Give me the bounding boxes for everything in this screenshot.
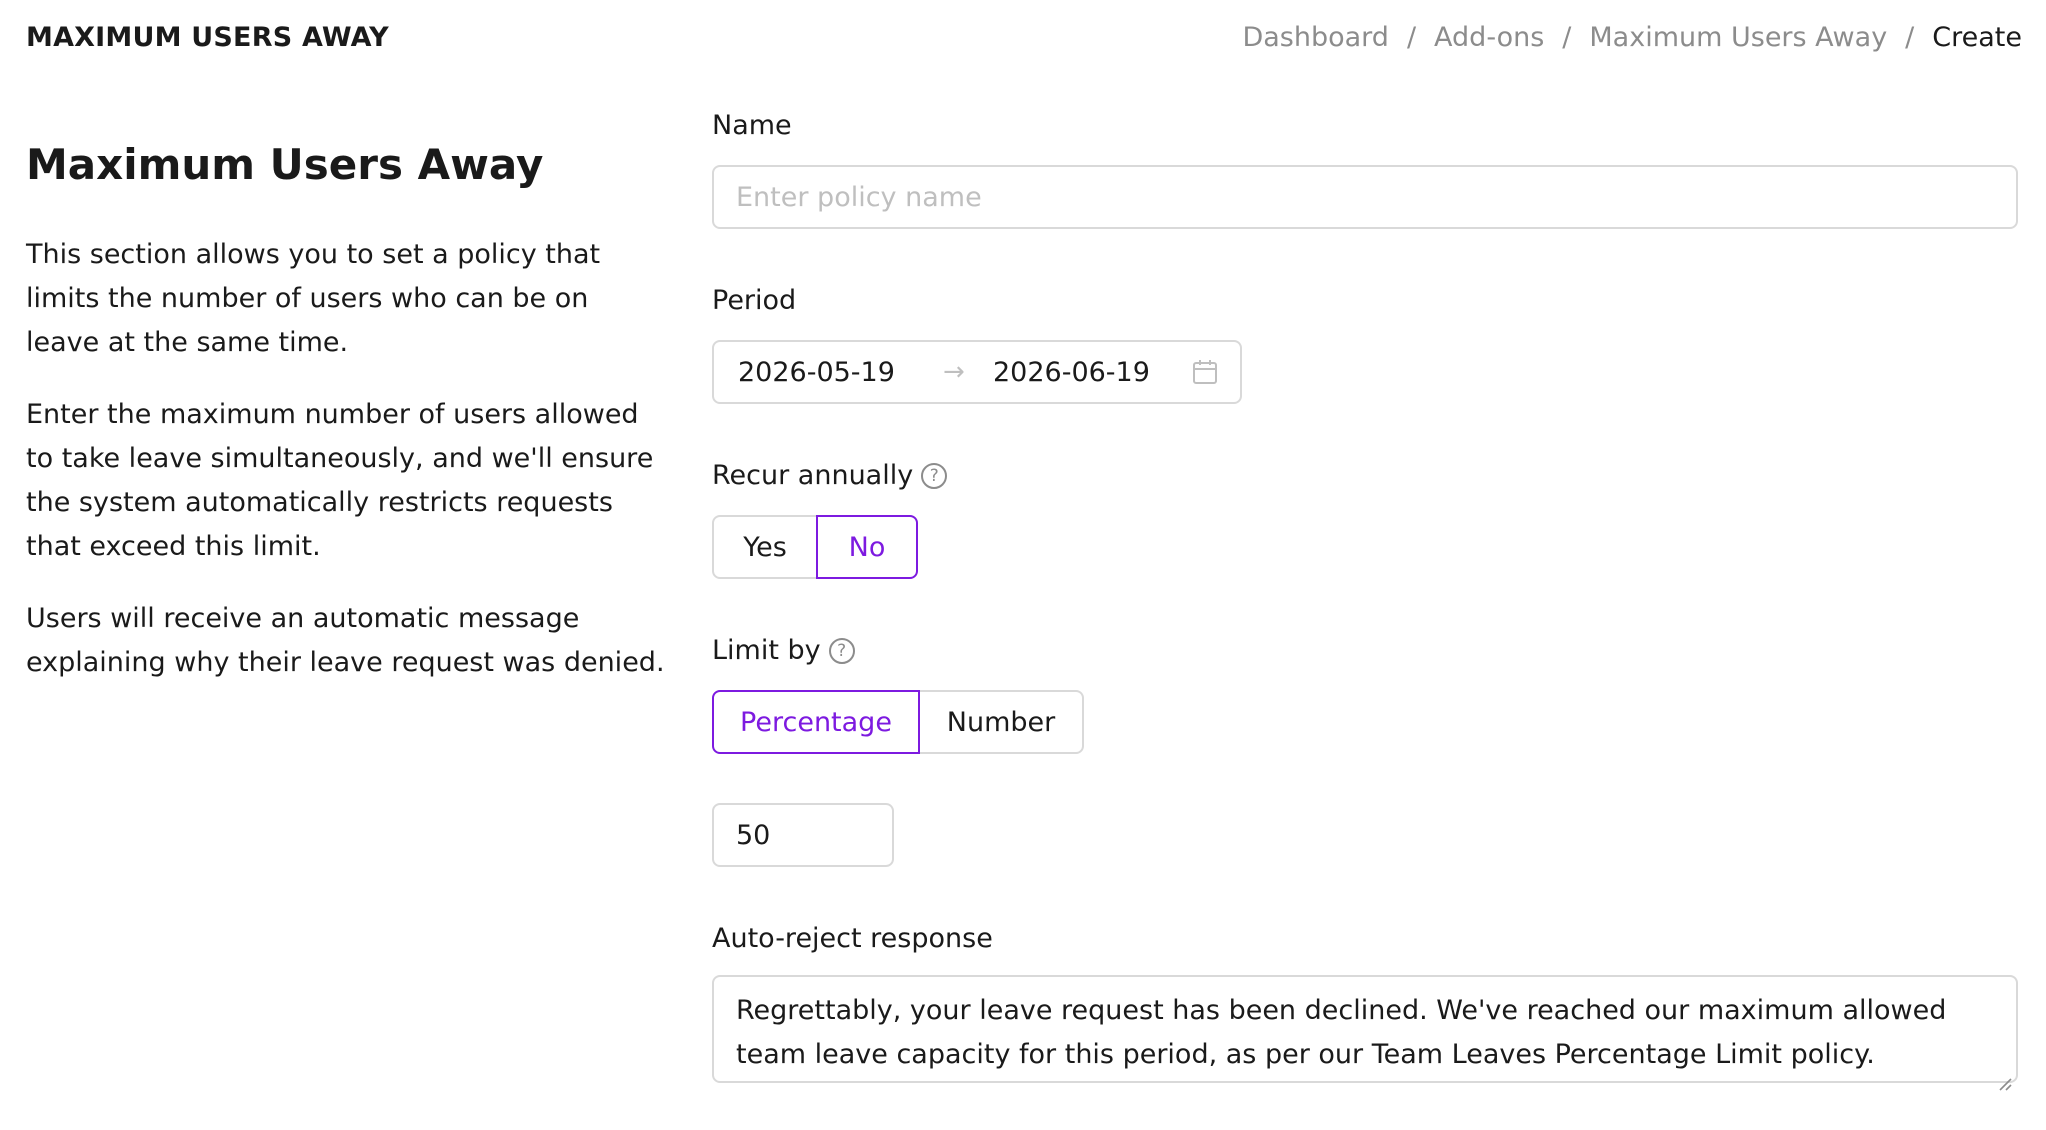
auto-reject-text: Regrettably, your leave request has been… bbox=[736, 995, 1947, 1070]
period-range-picker[interactable]: 2026-05-19 → 2026-06-19 bbox=[712, 340, 1242, 404]
limit-by-text: Limit by bbox=[712, 635, 821, 666]
recur-annually-label: Recur annually ? bbox=[712, 460, 948, 491]
intro-section: Maximum Users Away This section allows y… bbox=[26, 140, 666, 713]
period-end-date[interactable]: 2026-06-19 bbox=[993, 357, 1192, 388]
breadcrumb-dashboard[interactable]: Dashboard bbox=[1242, 22, 1388, 53]
page-title: Maximum Users Away bbox=[26, 140, 544, 189]
intro-paragraph-2: Enter the maximum number of users allowe… bbox=[26, 399, 654, 562]
breadcrumb: Dashboard / Add-ons / Maximum Users Away… bbox=[1242, 22, 2022, 53]
breadcrumb-separator: / bbox=[1562, 22, 1572, 53]
resize-handle-icon[interactable] bbox=[1996, 1061, 2012, 1091]
limit-by-toggle: Percentage Number bbox=[712, 690, 1084, 754]
intro-paragraph-3: Users will receive an automatic message … bbox=[26, 603, 665, 678]
breadcrumb-separator: / bbox=[1905, 22, 1915, 53]
name-label: Name bbox=[712, 110, 792, 141]
intro-paragraph-1: This section allows you to set a policy … bbox=[26, 239, 601, 358]
period-label: Period bbox=[712, 285, 797, 316]
question-circle-icon[interactable]: ? bbox=[828, 637, 855, 664]
breadcrumb-separator: / bbox=[1406, 22, 1417, 53]
recur-yes-button[interactable]: Yes bbox=[712, 515, 818, 579]
policy-name-input[interactable] bbox=[712, 165, 2018, 229]
breadcrumb-create: Create bbox=[1932, 22, 2022, 53]
question-circle-icon[interactable]: ? bbox=[921, 462, 948, 489]
auto-reject-textarea[interactable]: Regrettably, your leave request has been… bbox=[712, 975, 2018, 1091]
limit-value-input[interactable] bbox=[712, 803, 894, 867]
app-title: MAXIMUM USERS AWAY bbox=[26, 22, 389, 53]
period-start-date[interactable]: 2026-05-19 bbox=[738, 357, 943, 388]
recur-annually-toggle: Yes No bbox=[712, 515, 918, 579]
recur-no-button[interactable]: No bbox=[816, 515, 918, 579]
range-arrow-icon: → bbox=[943, 357, 965, 387]
limit-percentage-button[interactable]: Percentage bbox=[712, 690, 920, 754]
breadcrumb-add-ons[interactable]: Add-ons bbox=[1434, 22, 1544, 53]
calendar-icon[interactable] bbox=[1192, 359, 1218, 385]
auto-reject-label: Auto-reject response bbox=[712, 923, 993, 954]
limit-by-label: Limit by ? bbox=[712, 635, 855, 666]
limit-number-button[interactable]: Number bbox=[918, 690, 1084, 754]
recur-annually-text: Recur annually bbox=[712, 460, 914, 491]
breadcrumb-maximum-users-away[interactable]: Maximum Users Away bbox=[1589, 22, 1887, 53]
